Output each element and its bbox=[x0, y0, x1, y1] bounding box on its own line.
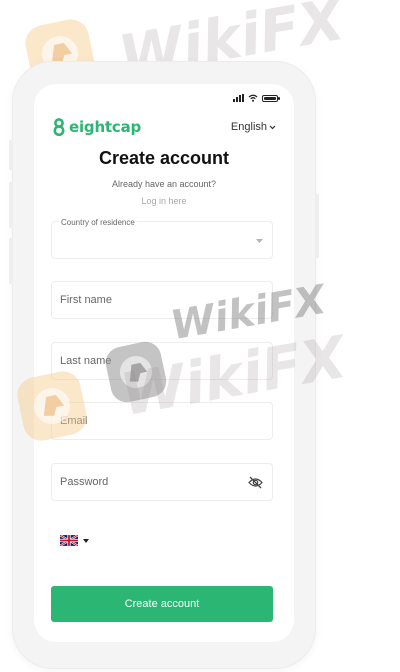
signal-icon bbox=[233, 94, 244, 102]
country-select[interactable]: Country of residence bbox=[51, 218, 273, 259]
phone-side-button bbox=[9, 238, 13, 284]
caret-down-icon bbox=[83, 538, 89, 543]
email-field[interactable]: Email bbox=[51, 402, 273, 440]
eye-off-icon[interactable] bbox=[248, 476, 263, 489]
battery-icon bbox=[262, 94, 280, 102]
language-label: English bbox=[230, 121, 267, 133]
password-placeholder: Password bbox=[60, 476, 109, 488]
first-name-placeholder: First name bbox=[60, 294, 112, 306]
password-field[interactable]: Password bbox=[51, 463, 273, 501]
brand-name: eightcap bbox=[69, 118, 142, 136]
last-name-placeholder: Last name bbox=[60, 355, 112, 367]
create-account-button[interactable]: Create account bbox=[51, 586, 273, 622]
caret-down-icon bbox=[256, 239, 263, 243]
login-link[interactable]: Log in here bbox=[34, 196, 294, 206]
country-label: Country of residence bbox=[59, 218, 137, 227]
eightcap-logo-icon bbox=[53, 118, 65, 136]
uk-flag-icon bbox=[60, 535, 78, 546]
phone-screen: eightcap English Create account Already … bbox=[34, 84, 294, 642]
phone-country-selector[interactable] bbox=[60, 535, 89, 546]
first-name-field[interactable]: First name bbox=[51, 281, 273, 319]
phone-side-button bbox=[315, 194, 319, 258]
status-bar bbox=[233, 94, 280, 102]
language-selector[interactable]: English bbox=[231, 121, 276, 133]
phone-side-button bbox=[9, 140, 13, 170]
canvas: WikiFX eightcap English Create account A… bbox=[0, 0, 400, 672]
wifi-icon bbox=[248, 94, 258, 102]
chevron-down-icon bbox=[269, 125, 276, 129]
email-placeholder: Email bbox=[60, 415, 88, 427]
login-prompt: Already have an account? bbox=[111, 179, 217, 189]
phone-side-button bbox=[9, 182, 13, 228]
last-name-field[interactable]: Last name bbox=[51, 342, 273, 380]
brand-logo: eightcap bbox=[52, 118, 141, 136]
page-title: Create account bbox=[98, 148, 230, 168]
